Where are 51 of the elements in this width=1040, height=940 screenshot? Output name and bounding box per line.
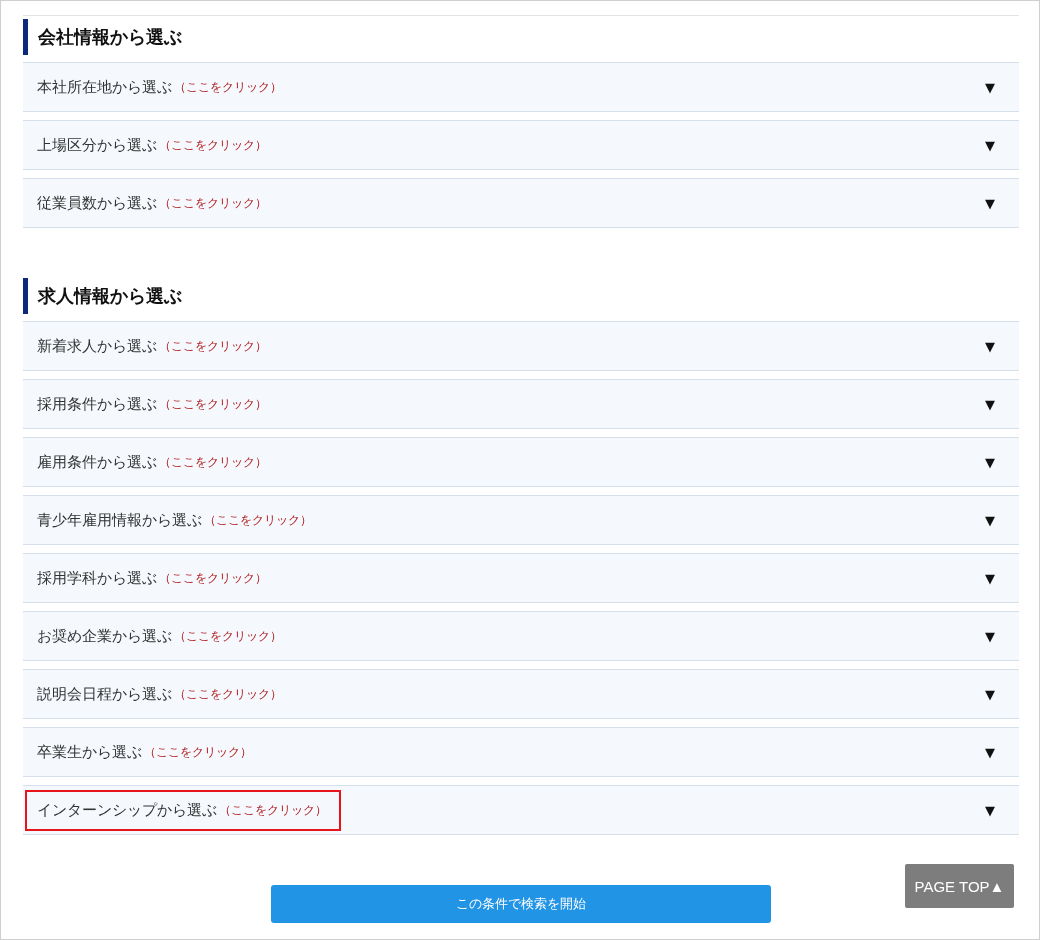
accordion-row[interactable]: 青少年雇用情報から選ぶ（ここをクリック） ▼ xyxy=(23,495,1019,545)
row-title: 卒業生から選ぶ xyxy=(37,742,142,762)
click-hint: （ここをクリック） xyxy=(159,569,267,587)
click-hint: （ここをクリック） xyxy=(159,395,267,413)
accordion-row[interactable]: 採用学科から選ぶ（ここをクリック） ▼ xyxy=(23,553,1019,603)
row-title: 従業員数から選ぶ xyxy=(37,193,157,213)
row-title: 雇用条件から選ぶ xyxy=(37,452,157,472)
accordion-row[interactable]: 卒業生から選ぶ（ここをクリック） ▼ xyxy=(23,727,1019,777)
accordion-row[interactable]: インターンシップから選ぶ（ここをクリック） ▼ xyxy=(23,785,1019,835)
row-title: 上場区分から選ぶ xyxy=(37,135,157,155)
accordion-row[interactable]: 説明会日程から選ぶ（ここをクリック） ▼ xyxy=(23,669,1019,719)
toggle-arrow: ▼ xyxy=(985,686,995,702)
click-hint: （ここをクリック） xyxy=(174,627,282,645)
section-heading: 求人情報から選ぶ xyxy=(23,278,1019,314)
row-title: 採用学科から選ぶ xyxy=(37,568,157,588)
row-title: 新着求人から選ぶ xyxy=(37,336,157,356)
click-hint: （ここをクリック） xyxy=(144,743,252,761)
toggle-arrow: ▼ xyxy=(985,454,995,470)
row-title: 本社所在地から選ぶ xyxy=(37,77,172,97)
page-top-button[interactable]: PAGE TOP▲ xyxy=(905,864,1014,908)
toggle-arrow: ▼ xyxy=(985,744,995,760)
row-title: 採用条件から選ぶ xyxy=(37,394,157,414)
accordion-row[interactable]: 採用条件から選ぶ（ここをクリック） ▼ xyxy=(23,379,1019,429)
toggle-arrow: ▼ xyxy=(985,512,995,528)
toggle-arrow: ▼ xyxy=(985,195,995,211)
click-hint: （ここをクリック） xyxy=(159,337,267,355)
row-title: お奨め企業から選ぶ xyxy=(37,626,172,646)
click-hint: （ここをクリック） xyxy=(159,136,267,154)
section-heading: 会社情報から選ぶ xyxy=(23,19,1019,55)
click-hint: （ここをクリック） xyxy=(159,194,267,212)
toggle-arrow: ▼ xyxy=(985,79,995,95)
toggle-arrow: ▼ xyxy=(985,628,995,644)
row-title: インターンシップから選ぶ xyxy=(37,800,217,820)
click-hint: （ここをクリック） xyxy=(204,511,312,529)
toggle-arrow: ▼ xyxy=(985,570,995,586)
toggle-arrow: ▼ xyxy=(985,338,995,354)
accordion-row[interactable]: 雇用条件から選ぶ（ここをクリック） ▼ xyxy=(23,437,1019,487)
click-hint: （ここをクリック） xyxy=(159,453,267,471)
row-title: 説明会日程から選ぶ xyxy=(37,684,172,704)
click-hint: （ここをクリック） xyxy=(174,685,282,703)
toggle-arrow: ▼ xyxy=(985,137,995,153)
click-hint: （ここをクリック） xyxy=(174,78,282,96)
accordion-row[interactable]: 新着求人から選ぶ（ここをクリック） ▼ xyxy=(23,321,1019,371)
click-hint: （ここをクリック） xyxy=(219,801,327,819)
accordion-row[interactable]: 上場区分から選ぶ（ここをクリック） ▼ xyxy=(23,120,1019,170)
accordion-row[interactable]: 従業員数から選ぶ（ここをクリック） ▼ xyxy=(23,178,1019,228)
accordion-row[interactable]: お奨め企業から選ぶ（ここをクリック） ▼ xyxy=(23,611,1019,661)
toggle-arrow: ▼ xyxy=(985,396,995,412)
accordion-row[interactable]: 本社所在地から選ぶ（ここをクリック） ▼ xyxy=(23,62,1019,112)
row-title: 青少年雇用情報から選ぶ xyxy=(37,510,202,530)
toggle-arrow: ▼ xyxy=(985,802,995,818)
